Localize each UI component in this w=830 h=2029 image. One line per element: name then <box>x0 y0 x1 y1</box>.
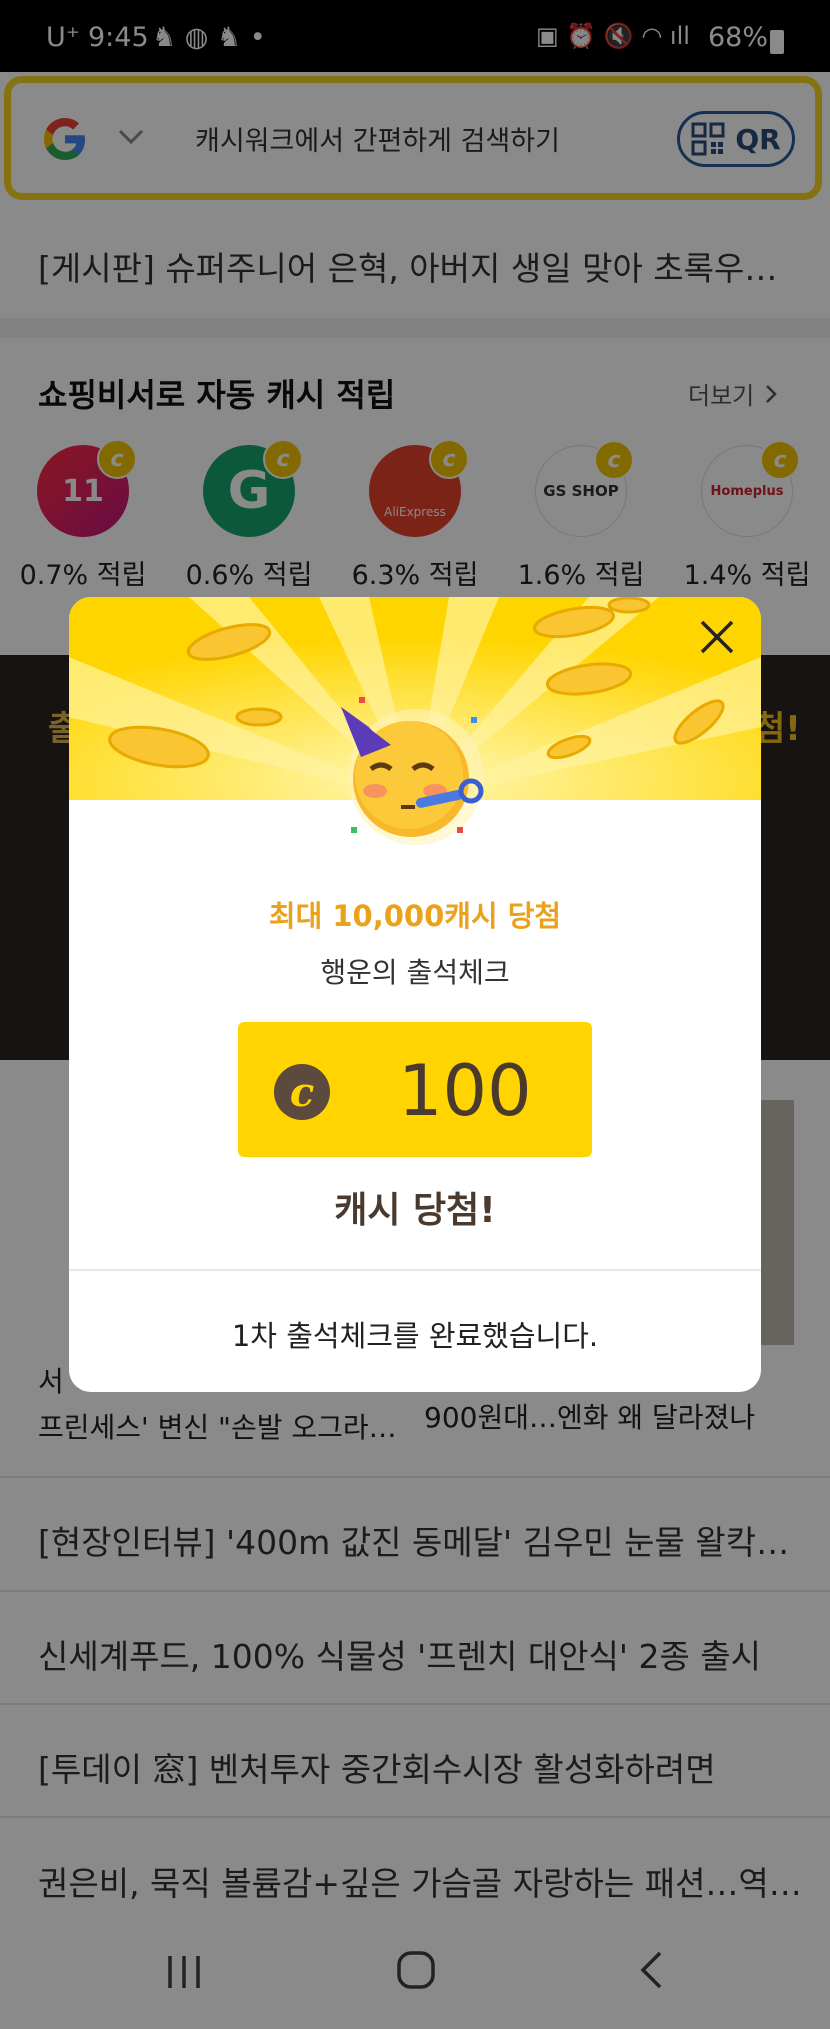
completion-message[interactable]: 1차 출석체크를 완료했습니다. <box>69 1313 761 1355</box>
cash-amount: 100 <box>398 1050 532 1132</box>
cash-amount-box: c 100 <box>238 1022 592 1157</box>
recents-icon[interactable] <box>164 1952 204 1992</box>
party-face-emoji <box>341 697 484 845</box>
close-icon[interactable] <box>697 617 737 657</box>
home-icon[interactable] <box>396 1950 436 1990</box>
system-nav-bar <box>0 1910 830 2029</box>
back-icon[interactable] <box>636 1950 666 1990</box>
modal-subtitle: 행운의 출석체크 <box>320 956 510 989</box>
modal-divider <box>69 1269 761 1271</box>
coin-icon: c <box>274 1064 330 1120</box>
prize-headline: 최대 10,000캐시 당첨 <box>268 899 562 933</box>
attendance-modal: 최대 10,000캐시 당첨 행운의 출석체크 c 100 캐시 당첨! 1차 … <box>69 597 761 1392</box>
result-text: 캐시 당첨! <box>334 1190 496 1231</box>
